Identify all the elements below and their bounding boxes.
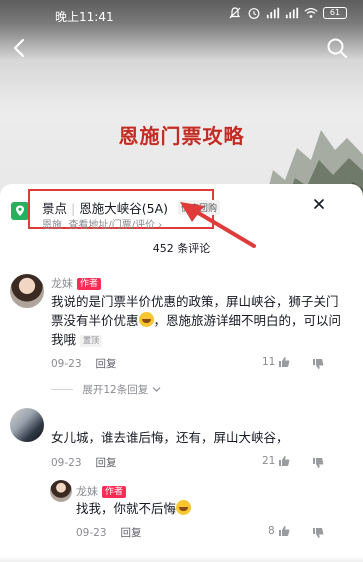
like-button[interactable]: 11	[262, 356, 290, 368]
comment-date: 09-23	[51, 358, 82, 370]
thumb-up-icon	[279, 357, 290, 367]
reply-button[interactable]: 回复	[96, 457, 117, 469]
comment-meta: 09-23 回复	[51, 356, 117, 371]
reply-button[interactable]: 回复	[121, 527, 142, 539]
like-count: 8	[268, 525, 275, 537]
pinned-tag: 置顶	[80, 335, 103, 347]
scroll-fade	[0, 556, 363, 562]
location-pin-icon	[11, 202, 29, 220]
video-title: 恩施门票攻略	[118, 124, 245, 148]
author-name: 龙妹	[51, 277, 73, 290]
close-icon[interactable]	[311, 196, 327, 212]
like-button[interactable]: 8	[268, 525, 290, 537]
comment-date: 09-23	[51, 457, 82, 469]
top-nav	[0, 30, 363, 70]
signal-icon	[266, 7, 280, 19]
thumb-down-icon[interactable]	[312, 527, 324, 539]
status-time: 晚上11:41	[55, 10, 114, 24]
thumb-up-icon	[278, 526, 290, 536]
reply-button[interactable]: 回复	[96, 358, 117, 370]
like-count: 21	[262, 455, 276, 467]
status-bar: 晚上11:41 61	[0, 0, 363, 30]
wifi-icon	[304, 7, 318, 18]
comment-text[interactable]: 女儿城，谁去谁后悔，还有，屏山大峡谷，	[51, 428, 346, 447]
comment-meta: 09-23 回复	[51, 455, 117, 470]
expand-replies-button[interactable]: 展开12条回复	[51, 382, 161, 397]
poi-detail-link[interactable]: 查看地址/门票/评价 ›	[68, 220, 162, 231]
comment-text[interactable]: 我说的是门票半价优惠的政策，屏山峡谷，狮子关门票没有半价优惠 ，恩施旅游详细不明白…	[51, 292, 346, 349]
comment-date: 09-23	[76, 527, 107, 539]
battery-indicator: 61	[323, 7, 347, 19]
like-button[interactable]: 21	[262, 455, 290, 467]
thumb-up-icon	[279, 456, 290, 466]
poi-subtitle[interactable]: 恩施 查看地址/门票/评价 ›	[42, 216, 162, 231]
thumb-down-icon[interactable]	[312, 457, 324, 469]
poi-category: 景点	[42, 201, 68, 216]
author-badge: 作者	[77, 278, 102, 290]
comment-text-part: 找我，你就不后悔	[76, 501, 177, 516]
like-count: 11	[262, 356, 276, 368]
mute-icon	[229, 7, 241, 19]
comment-meta: 09-23 回复	[76, 525, 142, 540]
comment-text[interactable]: 找我，你就不后悔	[76, 499, 346, 518]
signal-icon-2	[285, 7, 299, 19]
grin-emoji-icon	[138, 312, 154, 327]
expand-replies-label: 展开12条回复	[82, 384, 149, 396]
comment-count: 452 条评论	[152, 242, 211, 255]
poi-city: 恩施	[42, 220, 62, 231]
avatar[interactable]	[10, 274, 44, 308]
avatar[interactable]	[10, 408, 44, 442]
back-arrow-icon[interactable]	[9, 36, 31, 60]
author-name: 龙妹	[76, 485, 98, 498]
chevron-down-icon	[152, 387, 160, 392]
author-badge: 作者	[102, 486, 127, 498]
poi-title[interactable]: 景点 | 恩施大峡谷(5A)	[42, 198, 168, 217]
screen: 恩施门票攻略 晚上11:41 61 景点|恩施大峡谷(5A) 优惠团购	[0, 0, 363, 562]
avatar[interactable]	[50, 480, 72, 502]
alarm-icon	[248, 8, 260, 19]
poi-name: 恩施大峡谷(5A)	[79, 201, 168, 216]
comment-author[interactable]: 龙妹 作者	[76, 483, 127, 499]
comment-author[interactable]: 龙妹 作者	[51, 275, 102, 291]
laugh-emoji-icon	[176, 500, 192, 515]
thumb-down-icon[interactable]	[312, 358, 324, 370]
search-icon[interactable]	[325, 36, 349, 60]
comment-sheet: 景点|恩施大峡谷(5A) 优惠团购 恩施 查看地址/门票/评价 › 452 条评…	[0, 184, 363, 562]
status-icons: 61	[228, 6, 347, 20]
